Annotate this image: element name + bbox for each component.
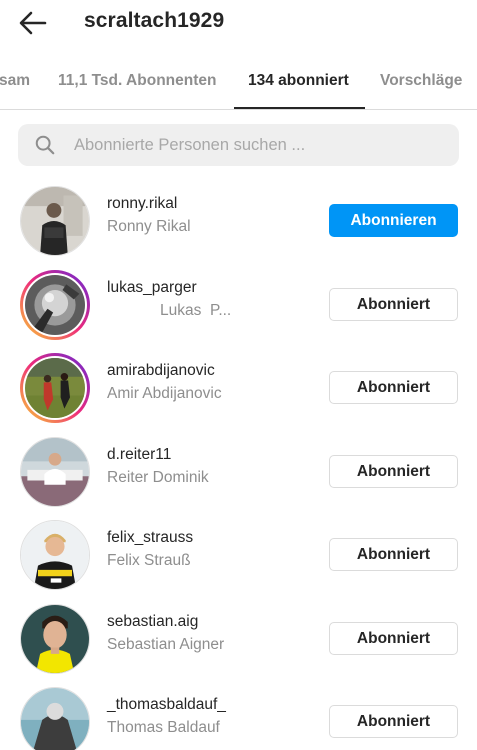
following-button[interactable]: Abonniert bbox=[329, 371, 458, 404]
username[interactable]: amirabdijanovic bbox=[107, 362, 215, 380]
top-bar: scraltach1929 bbox=[0, 0, 477, 48]
following-button[interactable]: Abonniert bbox=[329, 288, 458, 321]
following-button[interactable]: Abonniert bbox=[329, 622, 458, 655]
full-name: Thomas Baldauf bbox=[107, 719, 220, 736]
following-button[interactable]: Abonniert bbox=[329, 538, 458, 571]
tab-gemeinsam[interactable]: sam bbox=[0, 72, 30, 90]
follow-button[interactable]: Abonnieren bbox=[329, 204, 458, 237]
arrow-left-icon bbox=[19, 11, 47, 35]
list-item[interactable]: felix_strauss Felix Strauß Abonniert bbox=[0, 514, 477, 597]
profile-username-title: scraltach1929 bbox=[84, 9, 225, 32]
following-button[interactable]: Abonniert bbox=[329, 705, 458, 738]
list-item[interactable]: d.reiter11 Reiter Dominik Abonniert bbox=[0, 431, 477, 514]
avatar-photo bbox=[21, 605, 89, 673]
following-button[interactable]: Abonniert bbox=[329, 455, 458, 488]
avatar-photo bbox=[21, 688, 89, 750]
list-item[interactable]: ronny.rikal Ronny Rikal Abonnieren bbox=[0, 180, 477, 263]
search-icon bbox=[35, 135, 55, 155]
avatar[interactable] bbox=[20, 604, 90, 674]
search-input[interactable] bbox=[74, 135, 434, 155]
username[interactable]: felix_strauss bbox=[107, 529, 193, 547]
avatar[interactable] bbox=[20, 270, 90, 340]
full-name: Amir Abdijanovic bbox=[107, 385, 222, 402]
avatar-photo bbox=[21, 187, 89, 255]
avatar[interactable] bbox=[20, 520, 90, 590]
back-button[interactable] bbox=[14, 6, 52, 40]
avatar[interactable] bbox=[20, 186, 90, 256]
active-tab-indicator bbox=[234, 107, 365, 109]
list-item[interactable]: _thomasbaldauf_ Thomas Baldauf Abonniert bbox=[0, 681, 477, 750]
username[interactable]: d.reiter11 bbox=[107, 446, 171, 464]
full-name: Lukas P... bbox=[160, 302, 232, 319]
list-item[interactable]: sebastian.aig Sebastian Aigner Abonniert bbox=[0, 598, 477, 681]
avatar-photo bbox=[25, 358, 85, 418]
full-name: Ronny Rikal bbox=[107, 218, 191, 235]
tab-suggestions[interactable]: Vorschläge bbox=[380, 72, 462, 90]
username[interactable]: ronny.rikal bbox=[107, 195, 177, 213]
list-item[interactable]: amirabdijanovic Amir Abdijanovic Abonnie… bbox=[0, 347, 477, 430]
avatar[interactable] bbox=[20, 687, 90, 750]
search-bar[interactable] bbox=[18, 124, 459, 166]
full-name: Sebastian Aigner bbox=[107, 636, 225, 653]
tab-following[interactable]: 134 abonniert bbox=[248, 72, 349, 90]
tab-bar: sam 11,1 Tsd. Abonnenten 134 abonniert V… bbox=[0, 58, 477, 110]
tab-followers[interactable]: 11,1 Tsd. Abonnenten bbox=[58, 72, 216, 90]
avatar[interactable] bbox=[20, 437, 90, 507]
full-name: Reiter Dominik bbox=[107, 469, 209, 486]
avatar-photo bbox=[21, 521, 89, 589]
avatar[interactable] bbox=[20, 353, 90, 423]
username[interactable]: lukas_parger bbox=[107, 279, 197, 297]
avatar-photo bbox=[25, 275, 85, 335]
username[interactable]: sebastian.aig bbox=[107, 613, 198, 631]
full-name: Felix Strauß bbox=[107, 552, 191, 569]
avatar-photo bbox=[21, 438, 89, 506]
list-item[interactable]: lukas_parger Lukas P... Abonniert bbox=[0, 264, 477, 347]
username[interactable]: _thomasbaldauf_ bbox=[107, 696, 226, 714]
